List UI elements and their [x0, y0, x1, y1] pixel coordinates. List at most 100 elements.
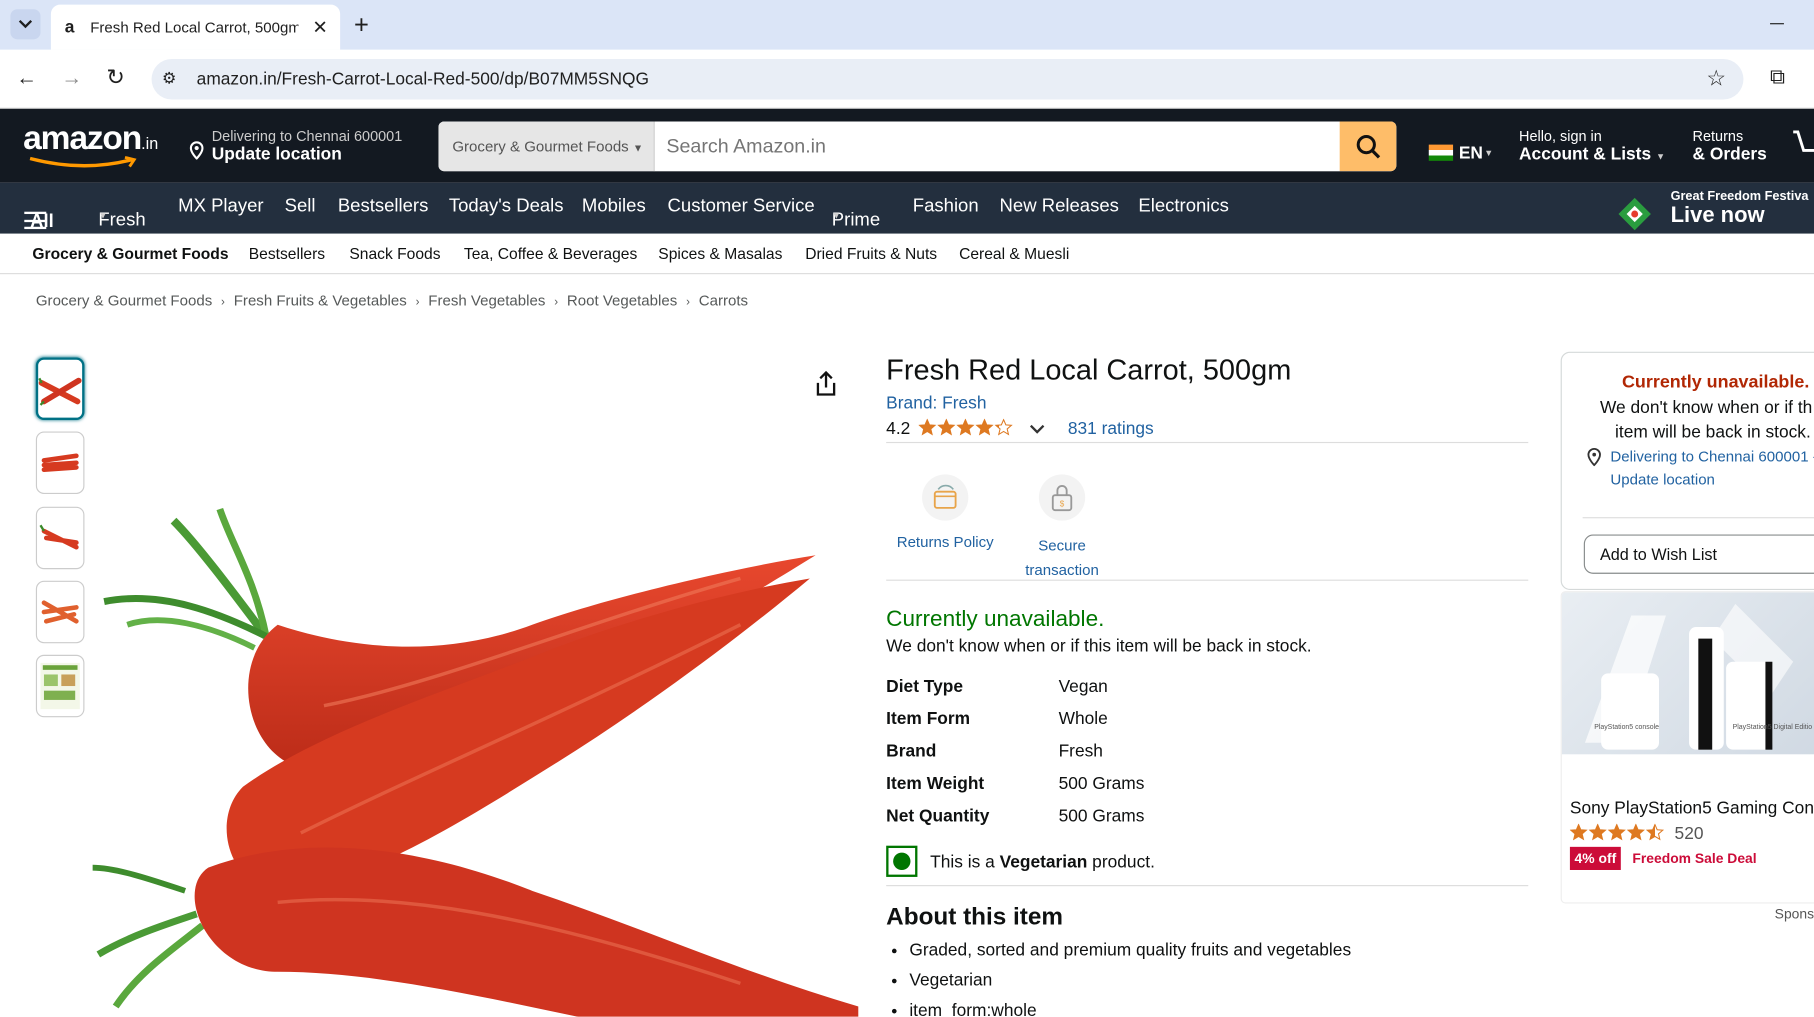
spec-label: Net Quantity: [886, 806, 990, 827]
search-input[interactable]: [654, 121, 1340, 172]
ad-title[interactable]: Sony PlayStation5 Gaming Con: [1570, 798, 1814, 818]
breadcrumb-item[interactable]: Fresh Fruits & Vegetables: [234, 292, 407, 309]
vegetarian-mark-icon: [886, 845, 918, 877]
site-info-icon[interactable]: ⚙: [162, 68, 177, 88]
thumbnail-4[interactable]: [35, 580, 85, 644]
star-rating[interactable]: [918, 418, 1015, 442]
buybox-unavailable: Currently unavailable.: [1621, 372, 1810, 393]
location-pin-icon: [189, 141, 204, 160]
all-menu-button[interactable]: All: [24, 198, 54, 231]
festival-diamond-icon: [1618, 197, 1651, 231]
subnav-item[interactable]: Tea, Coffee & Beverages: [464, 245, 637, 262]
breadcrumb-item[interactable]: Grocery & Gourmet Foods: [36, 292, 212, 309]
sponsored-label: Spons: [1774, 905, 1814, 923]
bullet-item: item_form:whole: [909, 996, 1351, 1017]
star-icon: [1588, 823, 1607, 841]
thumbnail-5[interactable]: [35, 654, 85, 718]
thumbnail-3[interactable]: [35, 506, 85, 570]
search-button[interactable]: [1339, 121, 1397, 172]
veg-suffix: product.: [1087, 852, 1155, 873]
freedom-festival-promo[interactable]: Great Freedom Festiva Live now: [1617, 187, 1814, 231]
subnav-item[interactable]: Dried Fruits & Nuts: [805, 245, 937, 262]
url-text[interactable]: amazon.in/Fresh-Carrot-Local-Red-500/dp/…: [197, 69, 649, 89]
ad-deal-label: Freedom Sale Deal: [1632, 850, 1757, 867]
reload-icon[interactable]: ↻: [106, 65, 124, 92]
subnav-item[interactable]: Spices & Masalas: [658, 245, 782, 262]
bookmark-star-icon[interactable]: ☆: [1706, 66, 1726, 93]
secure-transaction-feature[interactable]: $ Secure transaction: [1013, 474, 1110, 582]
language-selector[interactable]: EN ▼: [1428, 141, 1494, 164]
chevron-down-icon[interactable]: [1029, 419, 1045, 440]
brand-link[interactable]: Brand: Fresh: [886, 393, 986, 413]
breadcrumb-separator-icon: ›: [554, 296, 559, 309]
nav-item-electronics[interactable]: Electronics: [1138, 197, 1229, 218]
breadcrumb-item[interactable]: Carrots: [699, 292, 748, 309]
browser-tab[interactable]: a Fresh Red Local Carrot, 500gm : ✕: [50, 4, 341, 50]
spec-value: Whole: [1058, 709, 1108, 729]
returns-policy-feature[interactable]: Returns Policy: [891, 474, 1000, 551]
sponsored-ad[interactable]: PlayStation5 console PlayStation5 Digita…: [1560, 591, 1814, 904]
promo-line2: Live now: [1670, 203, 1765, 228]
nav-item-fashion[interactable]: Fashion: [913, 197, 979, 218]
buybox-deliver-link[interactable]: Delivering to Chennai 600001 -: [1610, 448, 1814, 465]
back-icon[interactable]: ←: [16, 66, 37, 90]
account-line1: Hello, sign in: [1519, 128, 1602, 145]
caret-down-icon: ▼: [1484, 147, 1494, 158]
subnav-item[interactable]: Bestsellers: [249, 245, 325, 262]
thumbnail-1[interactable]: [35, 357, 85, 420]
spec-row: Net Quantity 500 Grams: [886, 806, 1349, 829]
nav-item-mx-player[interactable]: MX Player: [178, 197, 263, 218]
nav-item-todays-deals[interactable]: Today's Deals: [449, 197, 564, 218]
tab-close-icon[interactable]: ✕: [312, 16, 328, 39]
main-product-image[interactable]: [92, 497, 859, 1017]
search-bar: Grocery & Gourmet Foods ▼: [438, 121, 1397, 172]
logo-text: amazon: [23, 120, 142, 158]
new-tab-icon[interactable]: +: [354, 10, 369, 40]
breadcrumb-item[interactable]: Root Vegetables: [567, 292, 677, 309]
tab-list-dropdown-icon[interactable]: [10, 9, 41, 40]
star-icon: [937, 418, 956, 436]
ratings-count-link[interactable]: 831 ratings: [1068, 419, 1154, 439]
promo-line1: Great Freedom Festiva: [1670, 189, 1809, 204]
share-icon[interactable]: [813, 370, 838, 398]
nav-item-sell[interactable]: Sell: [285, 197, 316, 218]
thumbnail-2[interactable]: [35, 431, 85, 494]
delivery-location[interactable]: Delivering to Chennai 600001 Update loca…: [189, 126, 420, 168]
ad-discount-badge: 4% off: [1569, 846, 1621, 870]
caret-down-icon: ▼: [831, 210, 841, 221]
console-label-1: PlayStation5 console: [1594, 724, 1659, 731]
veg-prefix: This is a: [930, 852, 1000, 873]
nav-item-mobiles[interactable]: Mobiles: [582, 197, 646, 218]
returns-orders[interactable]: Returns & Orders: [1693, 128, 1767, 164]
returns-line2: & Orders: [1692, 144, 1767, 165]
divider: [886, 885, 1529, 887]
star-icon: [1626, 823, 1645, 841]
minimize-icon[interactable]: [1770, 23, 1784, 25]
spec-row: Item Form Whole: [886, 709, 1349, 732]
bullet-item: Graded, sorted and premium quality fruit…: [909, 936, 1351, 966]
deliver-line1: Delivering to Chennai 600001: [211, 128, 403, 145]
amazon-logo[interactable]: amazon.in: [23, 120, 171, 169]
spec-row: Diet Type Vegan: [886, 677, 1349, 700]
secure-line2: transaction: [1025, 561, 1099, 579]
subnav-item[interactable]: Grocery & Gourmet Foods: [32, 245, 228, 262]
buybox-update-location-link[interactable]: Update location: [1610, 471, 1715, 488]
breadcrumb-separator-icon: ›: [221, 296, 225, 309]
add-to-wish-list-button[interactable]: Add to Wish List: [1583, 534, 1814, 574]
subnav-item[interactable]: Cereal & Muesli: [959, 245, 1069, 262]
forward-icon[interactable]: →: [61, 66, 82, 90]
subnav-item[interactable]: Snack Foods: [349, 245, 440, 262]
star-icon: [1569, 823, 1588, 841]
address-bar[interactable]: ⚙ amazon.in/Fresh-Carrot-Local-Red-500/d…: [151, 59, 1744, 100]
caret-down-icon: ▼: [1655, 151, 1666, 162]
nav-item-bestsellers[interactable]: Bestsellers: [338, 197, 429, 218]
breadcrumb-item[interactable]: Fresh Vegetables: [428, 292, 545, 309]
cart-icon[interactable]: [1791, 127, 1814, 162]
returns-icon: [922, 474, 969, 521]
nav-item-new-releases[interactable]: New Releases: [1000, 197, 1119, 218]
ad-rating-row: 520: [1569, 823, 1704, 847]
account-lists[interactable]: Hello, sign in Account & Lists ▼: [1519, 128, 1665, 164]
search-category-select[interactable]: Grocery & Gourmet Foods ▼: [438, 121, 655, 172]
nav-item-customer-service[interactable]: Customer Service: [668, 197, 815, 218]
extensions-icon[interactable]: ⧉: [1770, 65, 1785, 89]
